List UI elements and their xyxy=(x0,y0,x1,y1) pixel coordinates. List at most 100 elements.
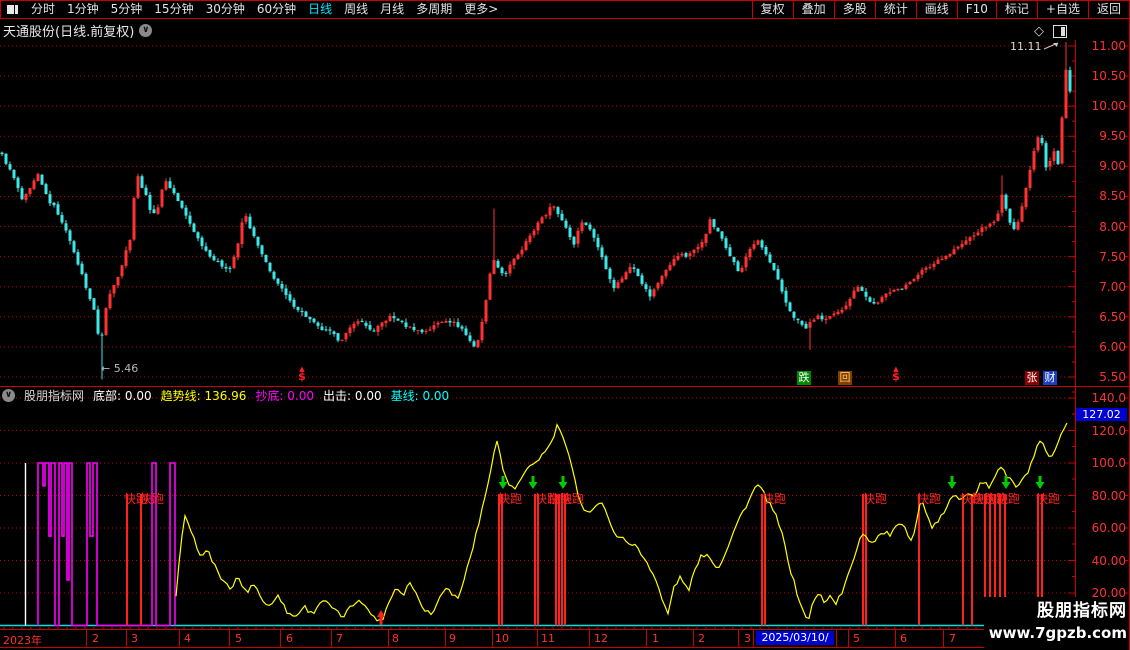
toolbar-item-标记[interactable]: 标记 xyxy=(995,1,1037,18)
axis-divider xyxy=(1075,40,1076,629)
price-axis-label: 9.50 xyxy=(1099,129,1126,144)
price-axis-label: 8.00 xyxy=(1099,219,1126,234)
timeline-label: 3 xyxy=(131,632,138,645)
signal-label: 快跑 xyxy=(140,492,164,506)
price-axis-label: 10.50 xyxy=(1091,69,1126,84)
toolbar-item-更多>[interactable]: 更多> xyxy=(458,1,504,18)
timeline-label: 4 xyxy=(184,632,191,645)
diamond-icon[interactable]: ◇ xyxy=(1034,25,1044,38)
indicator-axis-label: 40.00 xyxy=(1091,553,1126,568)
timeline-label: 8 xyxy=(392,632,399,645)
price-axis-label: 7.00 xyxy=(1099,279,1126,294)
dollar-glyph: $ xyxy=(892,370,900,383)
indicator-axis-label: 100.0 xyxy=(1091,456,1126,470)
marker-dollar-up: ▲ $ xyxy=(890,366,902,383)
toolbar-item-F10[interactable]: F10 xyxy=(956,1,996,18)
toolbar-item-15分钟[interactable]: 15分钟 xyxy=(148,1,199,18)
toolbar-item-+自选[interactable]: +自选 xyxy=(1036,1,1088,18)
split-panel-icon[interactable] xyxy=(1053,25,1067,38)
timeline-label: 1 xyxy=(652,632,659,645)
timeline-separator xyxy=(836,630,837,647)
toolbar-item-30分钟[interactable]: 30分钟 xyxy=(200,1,251,18)
timeline-separator xyxy=(445,630,446,647)
toolbar-item-60分钟[interactable]: 60分钟 xyxy=(251,1,302,18)
window-panes-icon[interactable] xyxy=(7,5,18,14)
timeline-label: 5 xyxy=(235,632,242,645)
timeline-separator xyxy=(229,630,230,647)
marker-tag-张: 张 xyxy=(1025,371,1039,385)
timeline-separator xyxy=(943,630,944,647)
toolbar-right: 复权 叠加 多股 统计 画线 F10 标记 +自选 返回 xyxy=(751,1,1129,18)
toolbar-item-1分钟[interactable]: 1分钟 xyxy=(61,1,105,18)
signal-label: 快跑 xyxy=(762,492,786,506)
timeline-label: 6 xyxy=(286,632,293,645)
timeline-label: 2023年 xyxy=(3,634,42,647)
timeline-separator xyxy=(753,630,754,647)
dollar-glyph: $ xyxy=(298,370,306,383)
timeline-label: 9 xyxy=(449,632,456,645)
collapse-chevron-icon[interactable]: ∨ xyxy=(2,388,15,402)
timeline-label: 2 xyxy=(698,632,705,645)
watermark: 股朋指标网 www.7gpzb.com xyxy=(984,597,1130,650)
candle-and-indicator-chart: 快跑快跑 快跑 快跑快跑快跑 快跑 快跑 快跑 快跑快跑快跑快跑 快跑 xyxy=(0,42,1128,630)
toolbar-item-周线[interactable]: 周线 xyxy=(338,1,374,18)
price-axis-label: 6.50 xyxy=(1099,309,1126,324)
price-axis-label: 7.50 xyxy=(1099,249,1126,264)
watermark-site-name: 股朋指标网 xyxy=(1037,601,1127,621)
timeline-separator xyxy=(388,630,389,647)
price-axis-label: 8.50 xyxy=(1099,189,1126,204)
price-axis-label: 9.00 xyxy=(1099,159,1126,174)
sell-arrow-icon xyxy=(1038,476,1042,482)
page-title: 天通股份(日线.前复权) xyxy=(3,25,135,40)
toolbar-item-画线[interactable]: 画线 xyxy=(915,1,957,18)
toolbar-item-多股[interactable]: 多股 xyxy=(833,1,875,18)
price-axis-label: 10.00 xyxy=(1091,99,1126,114)
sell-arrow-icon xyxy=(1004,476,1008,482)
low-price-annotation: ← 5.46 xyxy=(101,362,139,375)
timeline-label: 7 xyxy=(949,632,956,645)
toolbar-item-分时[interactable]: 分时 xyxy=(25,1,61,18)
timeline-separator xyxy=(331,630,332,647)
indicator-header-item: 抄底: 0.00 xyxy=(255,388,315,403)
sell-arrow-icon xyxy=(531,476,535,482)
marker-tag-回: 回 xyxy=(838,371,852,385)
timeline-separator xyxy=(646,630,647,647)
crosshair-date-box: 2025/03/10/一 xyxy=(756,631,834,650)
corner-icons: ◇ xyxy=(1034,25,1067,38)
toolbar-item-复权[interactable]: 复权 xyxy=(751,1,793,18)
toolbar-item-叠加[interactable]: 叠加 xyxy=(792,1,834,18)
signal-label: 快跑 xyxy=(996,492,1020,506)
indicator-header-item: 底部: 0.00 xyxy=(93,388,152,403)
indicator-header-item: 出击: 0.00 xyxy=(323,388,382,403)
toolbar-item-月线[interactable]: 月线 xyxy=(374,1,410,18)
toolbar-item-返回[interactable]: 返回 xyxy=(1087,1,1129,18)
chevron-down-icon[interactable]: ∨ xyxy=(139,24,153,37)
marker-tag-跌: 跌 xyxy=(797,371,811,385)
timeline-label: 11 xyxy=(541,632,555,645)
price-axis-label: 6.00 xyxy=(1099,339,1126,354)
title-row: 天通股份(日线.前复权) ∨ xyxy=(3,21,153,40)
timeline[interactable]: 2025/03/10/一 2023年23456789101112123567 xyxy=(0,629,1130,650)
toolbar-item-日线[interactable]: 日线 xyxy=(302,1,338,18)
buy-arrow-icon xyxy=(379,617,383,625)
indicator-header-item: 基线: 0.00 xyxy=(390,388,450,403)
signal-label: 快跑 xyxy=(1036,492,1060,506)
timeline-separator xyxy=(848,630,849,647)
toolbar-item-多周期[interactable]: 多周期 xyxy=(410,1,458,18)
indicator-header-item: 股朋指标网 xyxy=(24,388,85,403)
timeline-label: 5 xyxy=(853,632,860,645)
signal-label: 快跑 xyxy=(560,492,584,506)
timeline-label: 7 xyxy=(336,632,343,645)
signal-label: 快跑 xyxy=(917,492,941,506)
timeline-label: 10 xyxy=(495,632,509,645)
timeline-separator xyxy=(179,630,180,647)
toolbar-item-统计[interactable]: 统计 xyxy=(874,1,916,18)
timeline-label: 3 xyxy=(744,632,751,645)
trend-line xyxy=(175,422,1068,622)
indicator-axis-label: 60.00 xyxy=(1091,521,1126,535)
indicator-header-item: 趋势线: 136.96 xyxy=(160,388,247,403)
toolbar-item-5分钟[interactable]: 5分钟 xyxy=(105,1,149,18)
toolbar: 分时 1分钟 5分钟 15分钟 30分钟 60分钟 日线 周线 月线 多周期 更多> 复权 叠加 多股统… xyxy=(0,0,1130,19)
signal-label: 快跑 xyxy=(863,492,887,506)
magenta-pulse-line xyxy=(37,462,176,627)
